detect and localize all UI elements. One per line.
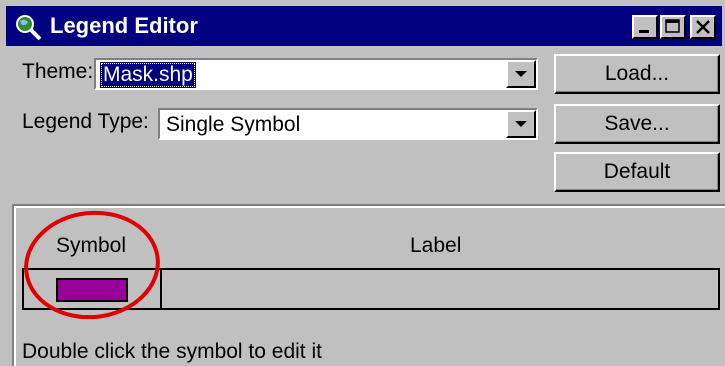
theme-value: Mask.shp — [100, 62, 196, 88]
table-row[interactable] — [22, 268, 720, 310]
save-button[interactable]: Save... — [554, 104, 720, 144]
symbol-column-header: Symbol — [56, 234, 127, 257]
symbol-swatch[interactable] — [56, 278, 128, 302]
legend-type-label: Legend Type: — [22, 110, 149, 133]
theme-select[interactable]: Mask.shp — [94, 58, 538, 90]
minimize-icon — [639, 30, 649, 33]
maximize-button[interactable] — [660, 15, 686, 39]
title-bar[interactable]: Legend Editor — [6, 6, 722, 46]
globe-magnifier-icon — [16, 15, 42, 41]
theme-label: Theme: — [22, 60, 94, 83]
label-column-header: Label — [410, 234, 462, 257]
theme-dropdown-button[interactable] — [506, 60, 536, 88]
hint-text: Double click the symbol to edit it — [22, 340, 322, 363]
window-title: Legend Editor — [50, 13, 198, 38]
load-button[interactable]: Load... — [554, 54, 720, 94]
default-button[interactable]: Default — [554, 152, 720, 192]
column-divider — [160, 270, 162, 308]
legend-editor-window: Legend Editor Theme: Mask.shp Legend Typ… — [0, 0, 725, 366]
legend-type-select[interactable]: Single Symbol — [158, 108, 538, 140]
legend-type-value: Single Symbol — [166, 113, 301, 136]
chevron-down-icon — [515, 121, 527, 127]
close-icon — [696, 20, 710, 34]
maximize-icon — [665, 19, 680, 33]
chevron-down-icon — [515, 71, 527, 77]
close-button[interactable] — [690, 15, 716, 39]
legend-type-dropdown-button[interactable] — [506, 110, 536, 138]
minimize-button[interactable] — [632, 15, 658, 39]
